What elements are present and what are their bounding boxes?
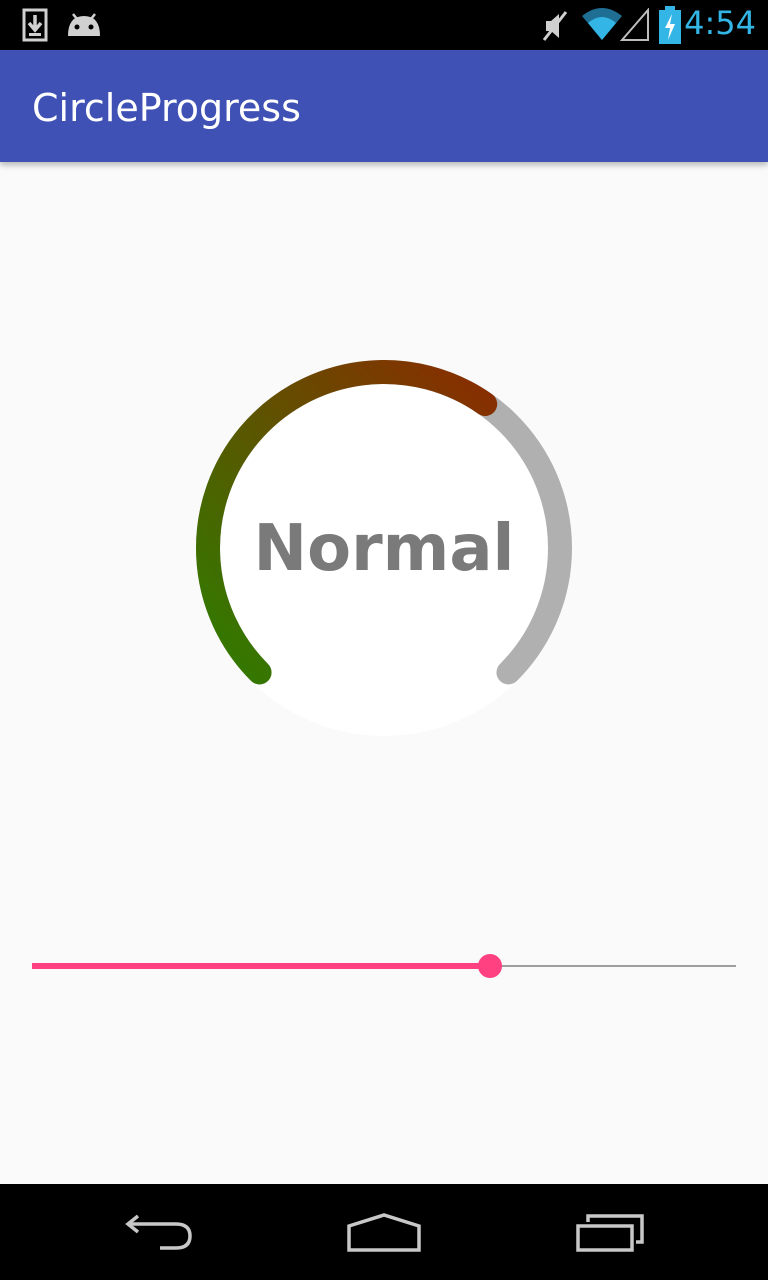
recents-icon[interactable] (574, 1214, 648, 1254)
app-title: CircleProgress (32, 86, 301, 130)
main-content: Normal (0, 162, 768, 1184)
download-icon (22, 8, 48, 42)
back-icon[interactable] (124, 1214, 196, 1254)
navigation-bar (0, 1184, 768, 1280)
home-icon[interactable] (346, 1212, 422, 1254)
gauge-label: Normal (253, 512, 515, 586)
android-icon (68, 13, 100, 36)
clock: 4:54 (684, 4, 756, 42)
mute-icon (542, 11, 568, 41)
slider-fill (32, 963, 490, 969)
wifi-icon (582, 8, 622, 40)
battery-charging-icon (659, 6, 681, 44)
progress-slider[interactable] (32, 950, 736, 990)
app-bar: CircleProgress (0, 50, 768, 162)
status-bar: 4:54 (0, 0, 768, 50)
slider-thumb[interactable] (477, 954, 502, 978)
signal-icon (620, 8, 649, 41)
